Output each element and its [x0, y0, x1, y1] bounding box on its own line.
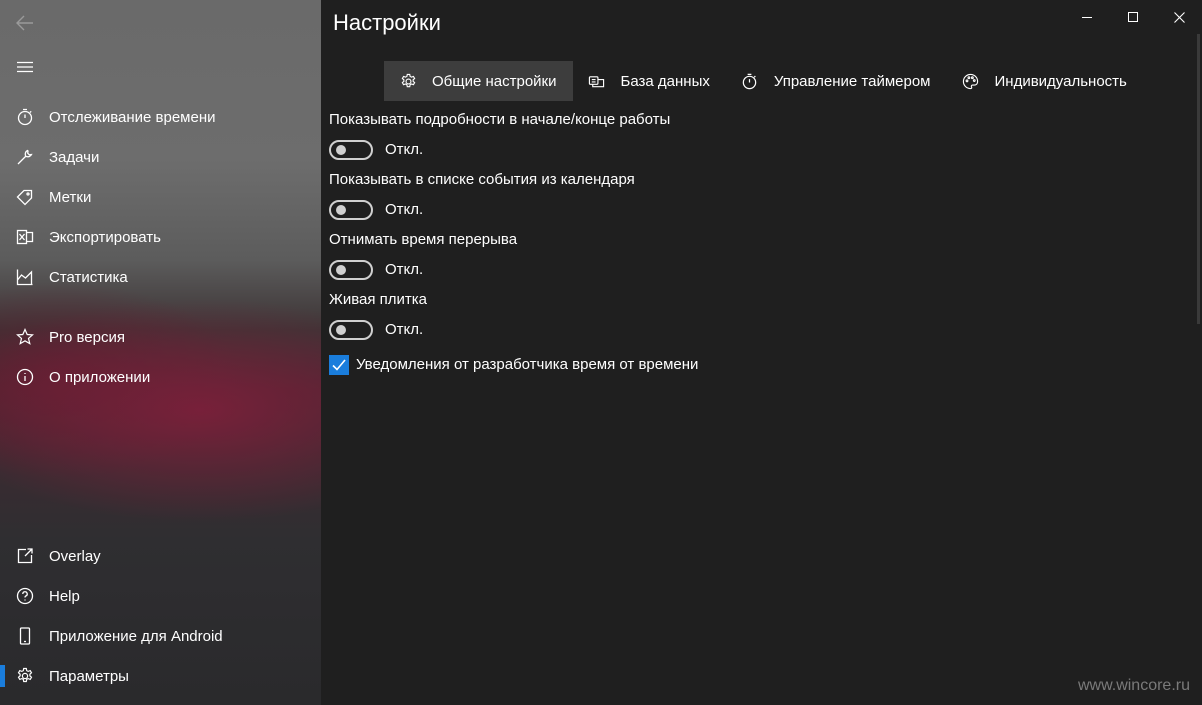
- info-icon: [16, 368, 34, 386]
- tab-label: База данных: [620, 72, 710, 90]
- content-area: Настройки Общие настройки База данных Уп…: [321, 0, 1202, 705]
- nav-item-label: Overlay: [49, 547, 101, 565]
- back-button[interactable]: [8, 6, 42, 40]
- database-icon: [588, 72, 606, 90]
- stopwatch-icon: [16, 108, 34, 126]
- settings-tabs: Общие настройки База данных Управление т…: [384, 61, 1143, 101]
- nav-item-label: Параметры: [49, 667, 129, 685]
- nav-item-tags[interactable]: Метки: [0, 177, 321, 217]
- nav-item-label: Отслеживание времени: [49, 108, 216, 126]
- navigation-pane: Отслеживание времени Задачи Метки Экспор…: [0, 0, 321, 705]
- palette-icon: [962, 72, 980, 90]
- nav-item-tasks[interactable]: Задачи: [0, 137, 321, 177]
- tab-label: Индивидуальность: [994, 72, 1127, 90]
- watermark: www.wincore.ru: [1077, 677, 1190, 694]
- stopwatch-icon: [741, 72, 759, 90]
- setting-label-calendar-events: Показывать в списке события из календаря: [329, 171, 635, 188]
- nav-item-label: О приложении: [49, 368, 151, 386]
- toggle-subtract-break[interactable]: [329, 260, 373, 280]
- nav-item-label: Экспортировать: [49, 228, 161, 246]
- checkmark-icon: [332, 359, 346, 371]
- wrench-icon: [16, 148, 34, 166]
- gear-icon: [399, 72, 417, 90]
- toggle-knob: [336, 145, 346, 155]
- nav-item-overlay[interactable]: Overlay: [0, 536, 321, 576]
- developer-notifications-label: Уведомления от разработчика время от вре…: [356, 356, 699, 373]
- nav-item-help[interactable]: Help: [0, 576, 321, 616]
- toggle-state-label: Откл.: [385, 321, 424, 338]
- toggle-knob: [336, 265, 346, 275]
- tab-label: Управление таймером: [773, 72, 931, 90]
- back-arrow-icon: [16, 15, 33, 31]
- nav-item-statistics[interactable]: Статистика: [0, 257, 321, 297]
- tab-label: Общие настройки: [432, 72, 557, 90]
- tab-general-settings[interactable]: Общие настройки: [384, 61, 573, 101]
- toggle-state-label: Откл.: [385, 141, 424, 158]
- toggle-state-label: Откл.: [385, 201, 424, 218]
- nav-item-label: Приложение для Android: [49, 627, 223, 645]
- minimize-button[interactable]: [1064, 0, 1110, 34]
- nav-item-label: Help: [49, 587, 80, 605]
- tab-personalization[interactable]: Индивидуальность: [947, 61, 1143, 101]
- nav-item-label: Pro версия: [49, 328, 125, 346]
- toggle-knob: [336, 205, 346, 215]
- tag-icon: [16, 188, 34, 206]
- scrollbar[interactable]: [1197, 34, 1200, 324]
- setting-label-subtract-break: Отнимать время перерыва: [329, 231, 518, 248]
- toggle-knob: [336, 325, 346, 335]
- minimize-icon: [1082, 17, 1092, 18]
- nav-item-android-app[interactable]: Приложение для Android: [0, 616, 321, 656]
- nav-item-label: Задачи: [49, 148, 100, 166]
- phone-icon: [16, 627, 34, 645]
- hamburger-menu-button[interactable]: [8, 50, 42, 84]
- maximize-icon: [1128, 12, 1138, 22]
- nav-item-export[interactable]: Экспортировать: [0, 217, 321, 257]
- nav-item-label: Статистика: [49, 268, 128, 286]
- close-icon: [1173, 11, 1185, 23]
- toggle-calendar-events[interactable]: [329, 200, 373, 220]
- tab-timer-management[interactable]: Управление таймером: [726, 61, 947, 101]
- excel-icon: [16, 228, 34, 246]
- area-chart-icon: [16, 268, 34, 286]
- page-title: Настройки: [333, 10, 441, 35]
- nav-item-settings[interactable]: Параметры: [0, 656, 321, 696]
- setting-label-live-tile: Живая плитка: [329, 291, 428, 308]
- star-icon: [16, 328, 34, 346]
- setting-label-work-details: Показывать подробности в начале/конце ра…: [329, 111, 671, 128]
- nav-item-time-tracking[interactable]: Отслеживание времени: [0, 97, 321, 137]
- nav-item-about[interactable]: О приложении: [0, 357, 321, 397]
- toggle-state-label: Откл.: [385, 261, 424, 278]
- help-icon: [16, 587, 34, 605]
- close-button[interactable]: [1156, 0, 1202, 34]
- toggle-live-tile[interactable]: [329, 320, 373, 340]
- developer-notifications-checkbox[interactable]: [329, 355, 349, 375]
- maximize-button[interactable]: [1110, 0, 1156, 34]
- tab-database[interactable]: База данных: [573, 61, 726, 101]
- nav-item-pro-version[interactable]: Pro версия: [0, 317, 321, 357]
- toggle-work-details[interactable]: [329, 140, 373, 160]
- overlay-icon: [16, 547, 34, 565]
- gear-icon: [16, 667, 34, 685]
- nav-item-label: Метки: [49, 188, 92, 206]
- hamburger-icon: [17, 61, 33, 73]
